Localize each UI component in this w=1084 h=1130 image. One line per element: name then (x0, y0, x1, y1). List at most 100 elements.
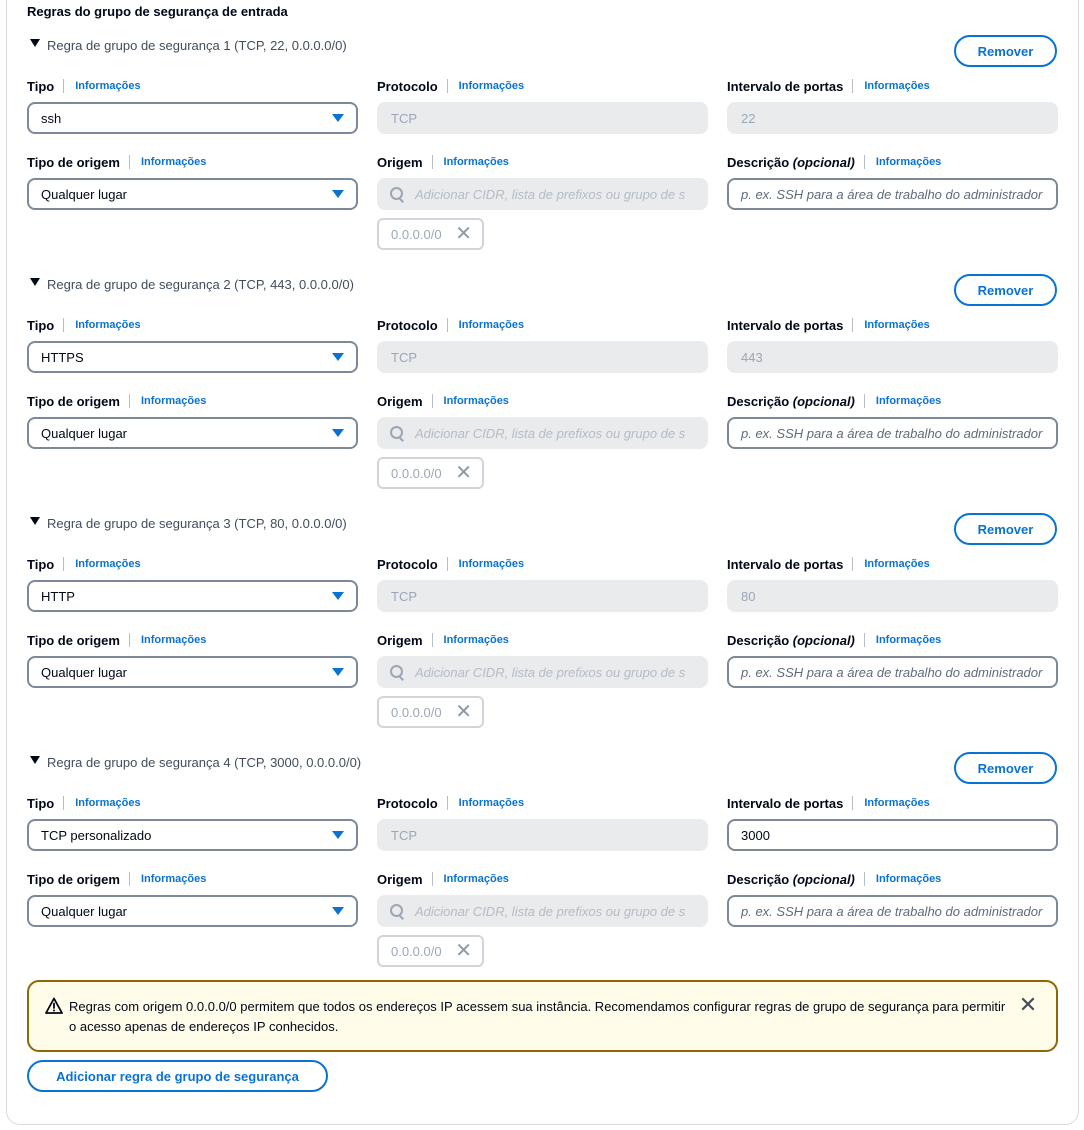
add-rule-button[interactable]: Adicionar regra de grupo de segurança (27, 1060, 328, 1092)
info-link[interactable]: Informações (876, 395, 941, 407)
rule-header[interactable]: Regra de grupo de segurança 4 (TCP, 3000… (30, 752, 361, 772)
warning-icon (45, 997, 63, 1014)
source-field: Origem Informações Adicionar CIDR, lista … (377, 153, 708, 250)
close-icon: ✕ (455, 701, 472, 723)
info-link[interactable]: Informações (75, 319, 140, 331)
rule-header[interactable]: Regra de grupo de segurança 1 (TCP, 22, … (30, 35, 347, 55)
info-link[interactable]: Informações (876, 873, 941, 885)
description-label: Descrição (opcional) (727, 154, 855, 170)
rule-title: Regra de grupo de segurança 4 (TCP, 3000… (47, 754, 362, 770)
info-link[interactable]: Informações (864, 80, 929, 92)
port-range-field: 22 (727, 102, 1058, 134)
info-link[interactable]: Informações (141, 156, 206, 168)
type-select[interactable]: TCP personalizado (27, 819, 358, 851)
divider (852, 318, 854, 332)
description-input[interactable]: p. ex. SSH para a área de trabalho do ad… (727, 417, 1058, 449)
info-link[interactable]: Informações (459, 319, 524, 331)
description-field: Descrição (opcional) Informações p. ex. S… (727, 392, 1058, 449)
info-link[interactable]: Informações (75, 558, 140, 570)
source-type-label: Tipo de origem (27, 871, 120, 887)
description-label: Descrição (opcional) (727, 632, 855, 648)
description-input[interactable]: p. ex. SSH para a área de trabalho do ad… (727, 895, 1058, 927)
source-label: Origem (377, 871, 423, 887)
caret-down-icon[interactable] (30, 756, 40, 764)
type-label: Tipo (27, 795, 55, 811)
remove-rule-button[interactable]: Remover (954, 513, 1057, 545)
close-icon: ✕ (455, 462, 472, 484)
caret-down-icon[interactable] (30, 278, 40, 286)
port-range-label: Intervalo de portas (727, 78, 844, 94)
divider (446, 79, 448, 93)
source-type-select[interactable]: Qualquer lugar (27, 895, 358, 927)
info-link[interactable]: Informações (141, 634, 206, 646)
divider (852, 796, 854, 810)
port-range-field-group: Intervalo de portas Informações 80 (727, 555, 1058, 612)
info-link[interactable]: Informações (75, 797, 140, 809)
info-link[interactable]: Informações (141, 873, 206, 885)
info-link[interactable]: Informações (444, 395, 509, 407)
protocol-value: TCP (377, 102, 708, 134)
source-type-select[interactable]: Qualquer lugar (27, 178, 358, 210)
protocol-field: Protocolo Informações TCP (377, 77, 708, 134)
divider (431, 872, 433, 886)
section-title: Regras do grupo de segurança de entrada (27, 4, 288, 19)
description-input[interactable]: p. ex. SSH para a área de trabalho do ad… (727, 178, 1058, 210)
type-value: HTTP (41, 588, 75, 604)
remove-rule-button[interactable]: Remover (954, 752, 1057, 784)
info-link[interactable]: Informações (864, 319, 929, 331)
source-type-field: Tipo de origem Informações Qualquer lugar (27, 153, 358, 210)
info-link[interactable]: Informações (864, 558, 929, 570)
info-link[interactable]: Informações (459, 797, 524, 809)
warning-alert-text: Regras com origem 0.0.0.0/0 permitem que… (69, 999, 1006, 1034)
source-field: Origem Informações Adicionar CIDR, lista … (377, 870, 708, 967)
dropdown-caret-icon (332, 114, 344, 122)
type-select[interactable]: HTTP (27, 580, 358, 612)
info-link[interactable]: Informações (444, 156, 509, 168)
type-field: Tipo Informações ssh (27, 77, 358, 134)
divider (63, 318, 65, 332)
info-link[interactable]: Informações (75, 80, 140, 92)
type-select[interactable]: ssh (27, 102, 358, 134)
info-link[interactable]: Informações (444, 873, 509, 885)
protocol-field: Protocolo Informações TCP (377, 794, 708, 851)
source-type-select[interactable]: Qualquer lugar (27, 417, 358, 449)
dropdown-caret-icon (332, 190, 344, 198)
divider (446, 796, 448, 810)
description-input[interactable]: p. ex. SSH para a área de trabalho do ad… (727, 656, 1058, 688)
remove-rule-button[interactable]: Remover (954, 35, 1057, 67)
info-link[interactable]: Informações (864, 797, 929, 809)
source-type-select[interactable]: Qualquer lugar (27, 656, 358, 688)
info-link[interactable]: Informações (459, 80, 524, 92)
dropdown-caret-icon (332, 831, 344, 839)
info-link[interactable]: Informações (876, 156, 941, 168)
protocol-value: TCP (377, 819, 708, 851)
caret-down-icon[interactable] (30, 39, 40, 47)
info-link[interactable]: Informações (459, 558, 524, 570)
info-link[interactable]: Informações (444, 634, 509, 646)
security-group-rule: Regra de grupo de segurança 1 (TCP, 22, … (0, 35, 1084, 274)
rule-header[interactable]: Regra de grupo de segurança 3 (TCP, 80, … (30, 513, 347, 533)
divider (128, 633, 130, 647)
cidr-token: 0.0.0.0/0 ✕ (377, 218, 484, 250)
rule-header[interactable]: Regra de grupo de segurança 2 (TCP, 443,… (30, 274, 354, 294)
source-field: Origem Informações Adicionar CIDR, lista … (377, 392, 708, 489)
close-icon: ✕ (455, 940, 472, 962)
source-type-field: Tipo de origem Informações Qualquer lugar (27, 870, 358, 927)
close-icon[interactable]: ✕ (1018, 994, 1038, 1016)
remove-rule-button[interactable]: Remover (954, 274, 1057, 306)
type-label: Tipo (27, 78, 55, 94)
source-label: Origem (377, 632, 423, 648)
type-label: Tipo (27, 556, 55, 572)
divider (431, 633, 433, 647)
security-group-rule: Regra de grupo de segurança 2 (TCP, 443,… (0, 274, 1084, 513)
type-select[interactable]: HTTPS (27, 341, 358, 373)
info-link[interactable]: Informações (876, 634, 941, 646)
dropdown-caret-icon (332, 592, 344, 600)
caret-down-icon[interactable] (30, 517, 40, 525)
search-icon (389, 903, 405, 919)
port-range-input[interactable]: 3000 (727, 819, 1058, 851)
type-value: TCP personalizado (41, 827, 152, 843)
info-link[interactable]: Informações (141, 395, 206, 407)
source-type-value: Qualquer lugar (41, 903, 127, 919)
protocol-value: TCP (377, 341, 708, 373)
